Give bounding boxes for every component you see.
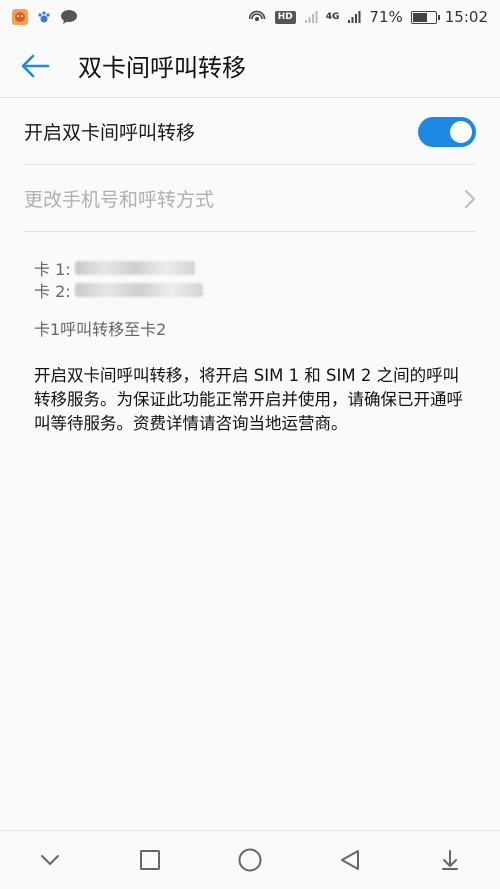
status-bar-right: HD 4G 71% 15:02 <box>248 8 488 26</box>
nav-home-button[interactable] <box>220 831 280 889</box>
hd-badge: HD <box>274 10 296 24</box>
forward-direction-text: 卡1呼叫转移至卡2 <box>34 320 167 339</box>
battery-icon <box>410 10 440 24</box>
message-icon <box>60 9 78 25</box>
card2-label: 卡 2: <box>34 282 71 301</box>
status-bar: HD 4G 71% 15:02 <box>0 0 500 34</box>
circle-icon <box>238 848 262 872</box>
square-icon <box>140 850 160 870</box>
arrow-down-icon <box>442 850 458 870</box>
paw-icon <box>36 9 52 25</box>
nav-back-button[interactable] <box>320 831 380 889</box>
nav-hide-button[interactable] <box>20 831 80 889</box>
card1-line: 卡 1: <box>34 257 472 279</box>
triangle-back-icon <box>341 850 359 870</box>
dual-sim-forwarding-toggle-row[interactable]: 开启双卡间呼叫转移 <box>24 99 476 165</box>
signal-icon-sim1 <box>304 10 318 24</box>
card2-number-redacted <box>74 283 203 297</box>
card2-line: 卡 2: <box>34 279 472 301</box>
description-text: 开启双卡间呼叫转移，将开启 SIM 1 和 SIM 2 之间的呼叫转移服务。为保… <box>34 366 463 433</box>
battery-percent: 71% <box>369 8 403 26</box>
chevron-right-icon <box>465 189 475 208</box>
signal-icon-sim2 <box>347 10 361 24</box>
card1-number-redacted <box>74 261 195 275</box>
switch-knob <box>450 120 472 143</box>
nav-notification-button[interactable] <box>420 831 480 889</box>
nav-recent-button[interactable] <box>120 831 180 889</box>
hotspot-icon <box>248 9 267 25</box>
page-title: 双卡间呼叫转移 <box>78 54 246 82</box>
title-bar: 双卡间呼叫转移 <box>0 34 500 98</box>
clock: 15:02 <box>444 8 488 26</box>
forwarding-switch[interactable] <box>418 116 476 147</box>
toggle-label: 开启双卡间呼叫转移 <box>24 122 196 144</box>
app-notification-icon <box>12 9 28 25</box>
change-number-label: 更改手机号和呼转方式 <box>24 189 215 211</box>
change-number-row[interactable]: 更改手机号和呼转方式 <box>24 166 476 232</box>
battery-level <box>412 12 427 22</box>
navigation-bar <box>0 830 500 889</box>
network-type-label: 4G <box>325 12 340 22</box>
back-arrow-icon <box>21 54 50 77</box>
status-bar-left <box>12 9 78 25</box>
chevron-down-icon <box>41 855 59 866</box>
back-button[interactable] <box>0 34 70 98</box>
card1-label: 卡 1: <box>34 260 71 279</box>
card-info: 卡 1: 卡 2: <box>34 257 472 301</box>
